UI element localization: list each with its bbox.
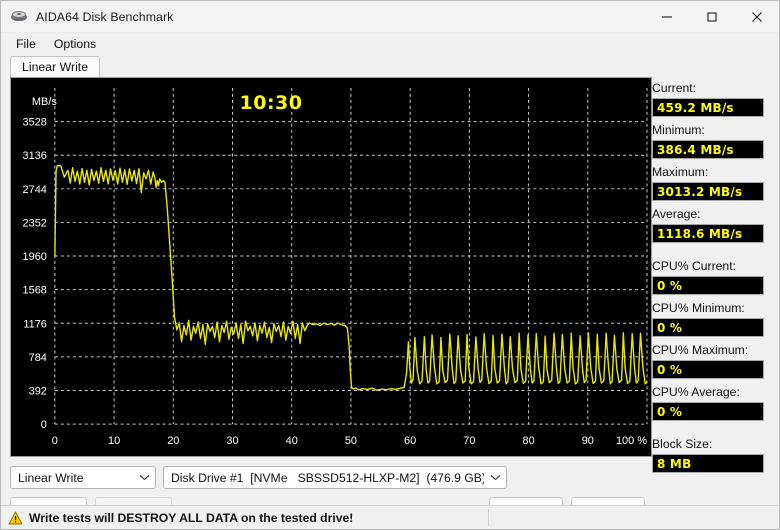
stat-block: Maximum: 3013.2 MB/s — [652, 165, 779, 201]
stat-block: CPU% Minimum: 0 % — [652, 301, 779, 337]
chart-y-tick: 0 — [41, 419, 47, 431]
stat-label: Average: — [652, 207, 701, 221]
menu-bar: File Options — [1, 33, 779, 55]
close-button[interactable] — [734, 1, 779, 32]
tab-linear-write[interactable]: Linear Write — [10, 56, 101, 78]
chart-x-tick: 40 — [286, 435, 298, 447]
stat-label: Current: — [652, 81, 697, 95]
status-panel-divider — [488, 509, 779, 526]
menu-file[interactable]: File — [9, 35, 45, 54]
stat-value: 0 % — [652, 360, 764, 379]
chevron-down-icon — [133, 467, 155, 488]
chart-x-tick: 20 — [167, 435, 179, 447]
stat-value: 3013.2 MB/s — [652, 182, 764, 201]
stat-label: CPU% Average: — [652, 385, 740, 399]
stat-block: CPU% Maximum: 0 % — [652, 343, 779, 379]
stat-label: Minimum: — [652, 123, 705, 137]
stat-value: 386.4 MB/s — [652, 140, 764, 159]
chart-x-tick: 0 — [52, 435, 58, 447]
chart-canvas: 0 392 784 1176 1568 1960 2352 2744 3136 3528 0 10 2… — [11, 78, 651, 456]
stat-value: 0 % — [652, 402, 764, 421]
main-body: 0 392 784 1176 1568 1960 2352 2744 3136 3528 0 10 2… — [1, 77, 779, 522]
chart-x-tick: 80 — [522, 435, 534, 447]
chart-y-tick: 392 — [29, 386, 47, 398]
stats-panel: Current: 459.2 MB/s Minimum: 386.4 MB/s Maxi… — [652, 77, 779, 505]
aida64-disk-benchmark-window: AIDA64 Disk Benchmark File Options Linea… — [0, 0, 780, 530]
stat-label: Maximum: — [652, 165, 709, 179]
chart-y-tick: 3136 — [23, 150, 47, 162]
chart-y-tick: 2352 — [23, 217, 47, 229]
stat-value: 1118.6 MB/s — [652, 224, 764, 243]
stat-block: CPU% Current: 0 % — [652, 259, 779, 295]
drive-select[interactable]: Disk Drive #1 [NVMe SBSSD512-HLXP-M2] (4… — [163, 466, 507, 489]
stat-label: Block Size: — [652, 437, 713, 451]
chart-x-tick: 90 — [582, 435, 594, 447]
chart-y-tick: 2744 — [23, 184, 47, 196]
stat-block: Current: 459.2 MB/s — [652, 81, 779, 117]
minimize-button[interactable] — [644, 1, 689, 32]
chart-y-tick: 1960 — [23, 251, 47, 263]
menu-options[interactable]: Options — [47, 35, 105, 54]
chart-y-tick: 784 — [29, 352, 47, 364]
test-type-value: Linear Write — [18, 470, 84, 485]
maximize-button[interactable] — [689, 1, 734, 32]
stat-value: 0 % — [652, 318, 764, 337]
chart-and-controls: 0 392 784 1176 1568 1960 2352 2744 3136 3528 0 10 2… — [1, 77, 652, 522]
warning-icon — [8, 511, 23, 525]
chart-y-tick: 3528 — [23, 117, 47, 129]
benchmark-chart: 0 392 784 1176 1568 1960 2352 2744 3136 3528 0 10 2… — [10, 77, 652, 457]
chart-x-tick: 60 — [404, 435, 416, 447]
window-title: AIDA64 Disk Benchmark — [36, 9, 174, 24]
chart-x-tick: 10 — [108, 435, 120, 447]
stat-block: Average: 1118.6 MB/s — [652, 207, 779, 243]
drive-value: Disk Drive #1 [NVMe SBSSD512-HLXP-M2] (4… — [171, 470, 484, 485]
chart-x-tick: 100 % — [616, 435, 647, 447]
chevron-down-icon — [484, 467, 506, 488]
status-message: Write tests will DESTROY ALL DATA on the… — [29, 510, 354, 525]
stat-value: 459.2 MB/s — [652, 98, 764, 117]
status-bar: Write tests will DESTROY ALL DATA on the… — [1, 505, 779, 529]
stat-value: 0 % — [652, 276, 764, 295]
stat-value: 8 MB — [652, 454, 764, 473]
test-type-select[interactable]: Linear Write — [10, 466, 156, 489]
chart-y-tick: 1176 — [23, 318, 47, 330]
disk-icon — [11, 9, 27, 25]
title-bar: AIDA64 Disk Benchmark — [1, 1, 779, 33]
stat-block: CPU% Average: 0 % — [652, 385, 779, 421]
chart-y-tick: 1568 — [23, 285, 47, 297]
tab-strip: Linear Write — [1, 55, 779, 78]
stat-label: CPU% Current: — [652, 259, 736, 273]
stat-block: Block Size: 8 MB — [652, 437, 779, 473]
stat-label: CPU% Minimum: — [652, 301, 745, 315]
chart-x-tick: 70 — [463, 435, 475, 447]
selector-row: Linear Write Disk Drive #1 [NVMe SBSSD51… — [10, 466, 652, 489]
stat-label: CPU% Maximum: — [652, 343, 749, 357]
window-controls — [644, 1, 779, 32]
elapsed-timer: 10:30 — [239, 92, 303, 114]
chart-x-tick: 30 — [226, 435, 238, 447]
stat-block: Minimum: 386.4 MB/s — [652, 123, 779, 159]
chart-x-tick: 50 — [345, 435, 357, 447]
